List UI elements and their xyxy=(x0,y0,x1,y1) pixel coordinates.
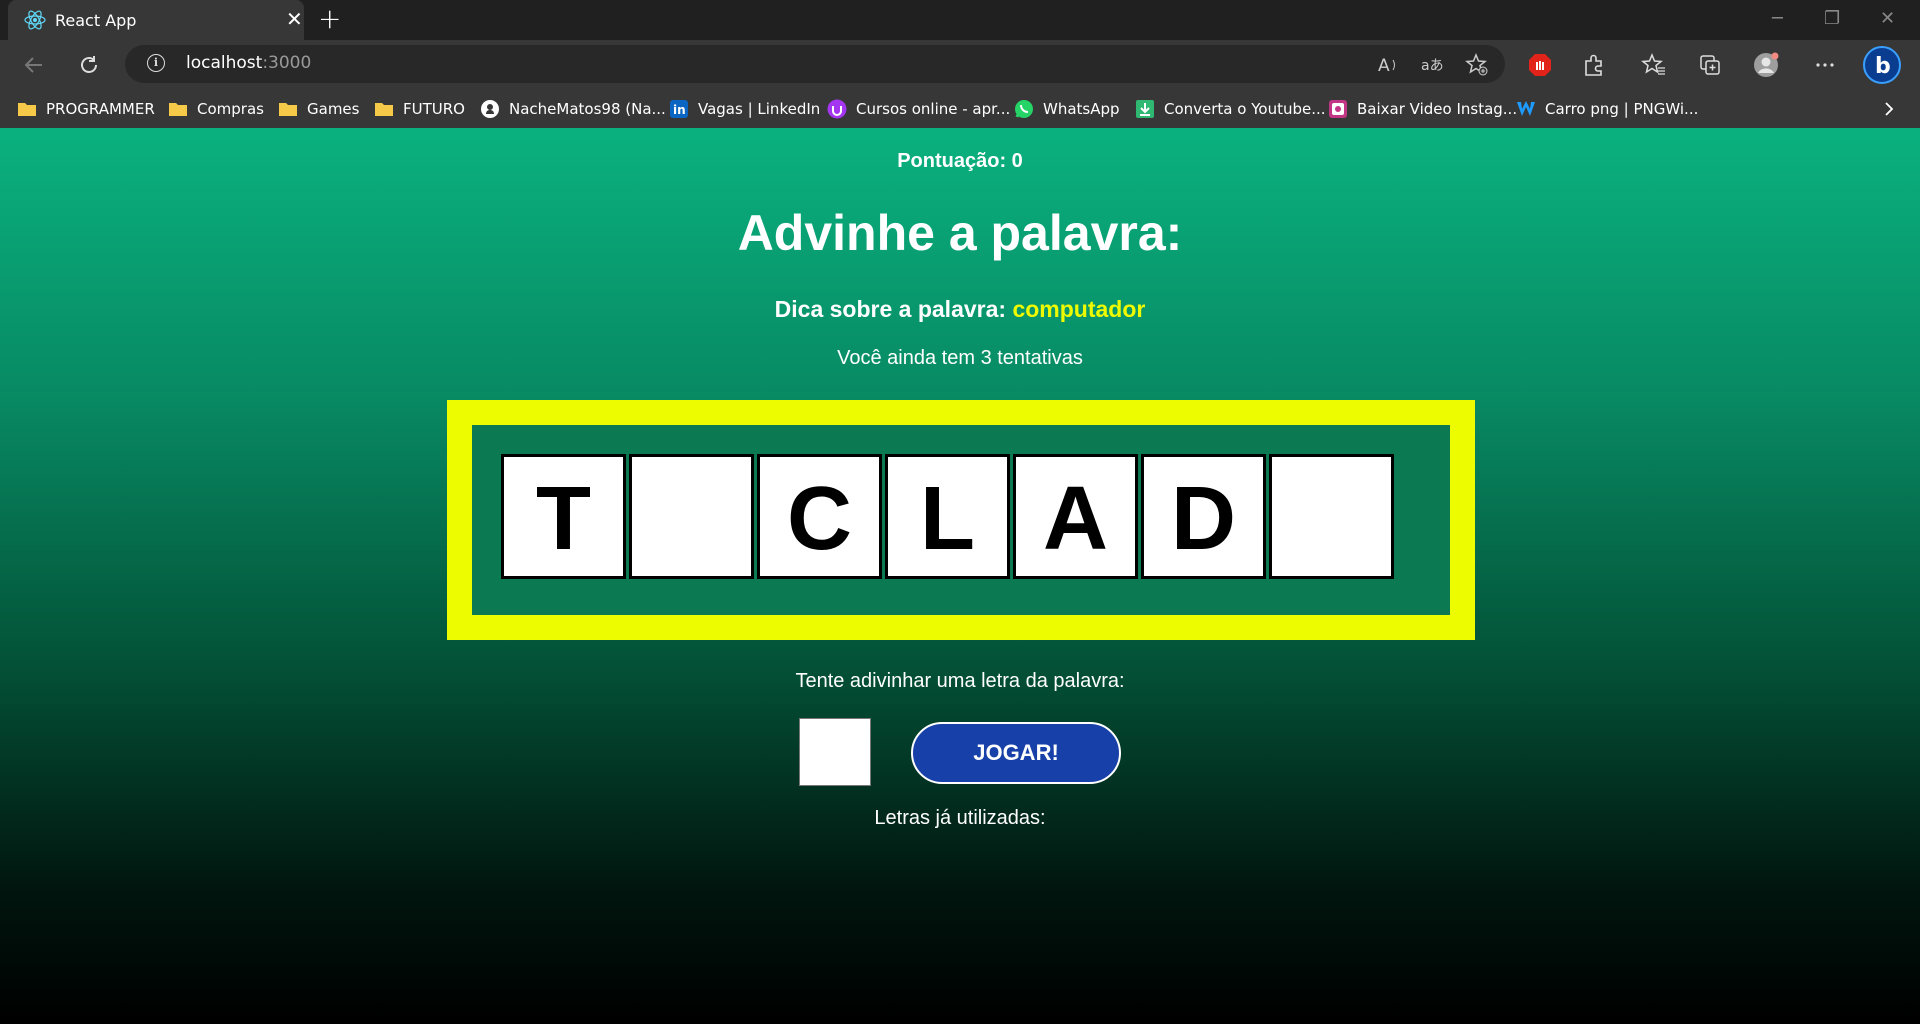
url-text: localhost:3000 xyxy=(186,53,312,73)
minimize-icon[interactable]: ─ xyxy=(1772,8,1783,29)
bookmark-whatsapp[interactable]: WhatsApp xyxy=(1014,97,1120,121)
tab-title: React App xyxy=(55,11,137,30)
letter-slot: A xyxy=(1013,454,1138,579)
bookmark-github[interactable]: NacheMatos98 (Na... xyxy=(480,97,666,121)
site-info-icon[interactable]: i xyxy=(147,54,165,72)
score-label: Pontuação: 0 xyxy=(897,150,1023,172)
bookmark-games[interactable]: Games xyxy=(278,97,359,121)
folder-icon xyxy=(18,103,36,116)
used-letters-label: Letras já utilizadas: xyxy=(874,807,1046,829)
bookmark-instagram-downloader[interactable]: Baixar Video Instag... xyxy=(1328,97,1517,121)
game-page: Pontuação: 0 Advinhe a palavra: Dica sob… xyxy=(0,128,1920,1020)
close-tab-icon[interactable]: ✕ xyxy=(286,9,303,29)
favorites-icon[interactable] xyxy=(1641,52,1667,78)
refresh-icon[interactable] xyxy=(77,53,101,77)
new-tab-icon[interactable]: + xyxy=(318,4,341,34)
svg-text:in: in xyxy=(673,103,686,117)
bookmark-compras[interactable]: Compras xyxy=(168,97,264,121)
bookmark-converter[interactable]: Converta o Youtube... xyxy=(1135,97,1326,121)
letter-slots: T C L A D xyxy=(501,454,1394,579)
svg-text:b: b xyxy=(1875,54,1891,79)
linkedin-icon: in xyxy=(670,100,688,118)
restore-icon[interactable]: ❐ xyxy=(1824,8,1840,29)
chevron-right-icon[interactable] xyxy=(1880,100,1898,118)
bing-copilot-icon[interactable]: b xyxy=(1862,45,1902,85)
word-frame: T C L A D xyxy=(447,400,1475,640)
letter-slot xyxy=(629,454,754,579)
extensions-icon[interactable] xyxy=(1581,52,1607,78)
bookmark-futuro[interactable]: FUTURO xyxy=(374,97,465,121)
read-aloud-icon[interactable]: A xyxy=(1375,52,1401,78)
udemy-icon xyxy=(827,99,847,119)
whatsapp-icon xyxy=(1015,100,1033,118)
bookmark-udemy[interactable]: Cursos online - apr... xyxy=(827,97,1010,121)
download-icon xyxy=(1136,100,1154,118)
page-title: Advinhe a palavra: xyxy=(737,205,1183,261)
translate-icon[interactable]: aあ xyxy=(1419,52,1445,78)
profile-avatar[interactable] xyxy=(1753,52,1779,78)
tip-word: computador xyxy=(1012,296,1146,322)
adblock-icon[interactable] xyxy=(1527,52,1553,78)
address-bar: i localhost:3000 A aあ b xyxy=(0,40,1920,90)
word-tip: Dica sobre a palavra: computador xyxy=(0,296,1920,323)
word-container: T C L A D xyxy=(472,425,1450,615)
tip-label: Dica sobre a palavra: xyxy=(774,296,1007,322)
back-icon[interactable] xyxy=(22,53,46,77)
play-button[interactable]: JOGAR! xyxy=(911,722,1121,784)
bookmarks-bar: PROGRAMMER Compras Games FUTURO NacheMat… xyxy=(0,90,1920,129)
letter-slot: T xyxy=(501,454,626,579)
more-options-icon[interactable] xyxy=(1812,52,1838,78)
svg-text:aあ: aあ xyxy=(1421,58,1444,74)
folder-icon xyxy=(375,103,393,116)
url-field[interactable]: i localhost:3000 A aあ xyxy=(125,45,1505,83)
instagram-icon xyxy=(1329,100,1347,118)
bookmark-programmer[interactable]: PROGRAMMER xyxy=(17,97,155,121)
letter-slot: D xyxy=(1141,454,1266,579)
close-window-icon[interactable]: ✕ xyxy=(1880,8,1895,29)
react-icon xyxy=(24,10,46,30)
attempts-remaining: Você ainda tem 3 tentativas xyxy=(837,347,1083,369)
letter-slot xyxy=(1269,454,1394,579)
guess-prompt: Tente adivinhar uma letra da palavra: xyxy=(795,670,1125,692)
tab-bar: React App ✕ + ─ ❐ ✕ xyxy=(0,0,1920,40)
letter-input[interactable] xyxy=(799,718,871,786)
letter-slot: C xyxy=(757,454,882,579)
folder-icon xyxy=(279,103,297,116)
browser-tab[interactable]: React App ✕ xyxy=(8,0,304,40)
letter-slot: L xyxy=(885,454,1010,579)
pngwing-icon xyxy=(1517,101,1535,116)
github-icon xyxy=(481,100,499,118)
collections-icon[interactable] xyxy=(1697,52,1723,78)
folder-icon xyxy=(169,103,187,116)
bookmark-pngwing[interactable]: Carro png | PNGWi... xyxy=(1516,97,1698,121)
add-favorite-icon[interactable] xyxy=(1464,52,1490,78)
svg-text:A: A xyxy=(1378,56,1390,76)
bookmark-linkedin[interactable]: in Vagas | LinkedIn xyxy=(669,97,820,121)
